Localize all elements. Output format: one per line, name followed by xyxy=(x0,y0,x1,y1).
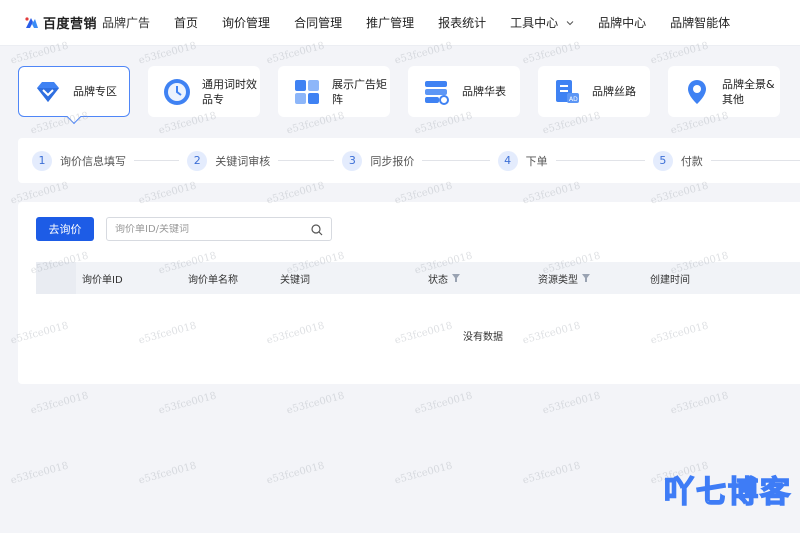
step-item: 5 付款 xyxy=(652,150,800,171)
ad-document-icon: AD xyxy=(556,79,579,103)
nav-item-tools-label: 工具中心 xyxy=(510,16,559,30)
card-brand-huabiao[interactable]: 品牌华表 xyxy=(408,66,520,117)
card-label: 通用词时效品专 xyxy=(202,77,257,106)
card-label: 品牌丝路 xyxy=(592,85,636,98)
card-brand-silk-road[interactable]: AD 品牌丝路 xyxy=(538,66,650,117)
filter-icon[interactable] xyxy=(452,274,460,282)
step-number: 3 xyxy=(342,150,363,171)
step-connector xyxy=(134,160,180,161)
step-item: 1 询价信息填写 xyxy=(32,150,187,171)
step-connector xyxy=(422,160,490,161)
progress-steps: 1 询价信息填写 2 关键词审核 3 同步报价 4 下单 5 付款 xyxy=(18,138,800,183)
nav-item-inquiry[interactable]: 询价管理 xyxy=(222,14,270,31)
table-header: 询价单ID 询价单名称 关键词 状态 资源类型 创建时间 xyxy=(36,262,800,294)
go-inquiry-button[interactable]: 去询价 xyxy=(36,217,94,241)
logo[interactable]: 百度营销 品牌广告 xyxy=(24,13,150,32)
search-box xyxy=(106,217,332,241)
location-pin-icon xyxy=(688,79,706,104)
empty-state-text: 没有数据 xyxy=(463,332,503,343)
search-input[interactable] xyxy=(107,223,297,235)
column-header-label: 资源类型 xyxy=(538,274,578,286)
watermark-text: e53fce0018 xyxy=(265,460,326,487)
column-header-label: 状态 xyxy=(428,274,448,286)
column-header-inquiry-name: 询价单名称 xyxy=(188,274,238,286)
search-icon[interactable] xyxy=(311,224,323,236)
step-connector xyxy=(710,160,800,161)
diamond-icon xyxy=(37,81,59,102)
nav-item-promotion[interactable]: 推广管理 xyxy=(366,14,414,31)
watermark-text: e53fce0018 xyxy=(137,460,198,487)
clock-icon xyxy=(164,78,190,105)
step-label: 询价信息填写 xyxy=(60,154,126,168)
column-header-created-time: 创建时间 xyxy=(650,274,690,286)
watermark-text: e53fce0018 xyxy=(541,390,602,417)
nav-item-brand-center[interactable]: 品牌中心 xyxy=(598,14,646,31)
grid-icon xyxy=(295,79,319,104)
card-generic-keyword[interactable]: 通用词时效品专 xyxy=(148,66,260,117)
step-connector xyxy=(278,160,335,161)
nav-item-reports[interactable]: 报表统计 xyxy=(438,14,486,31)
baidu-logo-icon xyxy=(24,15,40,31)
step-label: 关键词审核 xyxy=(215,154,271,168)
column-header-inquiry-id: 询价单ID xyxy=(82,274,123,286)
inquiry-panel: 去询价 询价单ID 询价单名称 关键词 状态 资源类型 创建时间 没有数据 xyxy=(18,202,800,384)
product-cards: 品牌专区 通用词时效品专 展示广告矩阵 品牌华表 AD 品牌丝路 品牌全景&其他 xyxy=(18,66,798,117)
nav-item-contract[interactable]: 合同管理 xyxy=(294,14,342,31)
top-nav: 百度营销 品牌广告 首页 询价管理 合同管理 推广管理 报表统计 工具中心 品牌… xyxy=(0,0,800,46)
step-number: 5 xyxy=(652,150,673,171)
watermark-text: e53fce0018 xyxy=(393,460,454,487)
watermark-text: e53fce0018 xyxy=(521,460,582,487)
step-connector xyxy=(555,160,645,161)
watermark-text: e53fce0018 xyxy=(413,390,474,417)
card-label: 展示广告矩阵 xyxy=(332,77,387,106)
step-label: 同步报价 xyxy=(370,154,415,168)
column-header-keyword: 关键词 xyxy=(280,274,310,286)
watermark-text: e53fce0018 xyxy=(669,390,730,417)
card-brand-panorama[interactable]: 品牌全景&其他 xyxy=(668,66,780,117)
step-item: 3 同步报价 xyxy=(342,150,497,171)
watermark-text: e53fce0018 xyxy=(285,390,346,417)
card-label: 品牌全景&其他 xyxy=(722,77,775,106)
svg-text:AD: AD xyxy=(569,96,578,103)
table-header-select-column xyxy=(36,262,76,294)
watermark-text: e53fce0018 xyxy=(29,390,90,417)
card-label: 品牌华表 xyxy=(462,85,506,98)
card-brand-zone[interactable]: 品牌专区 xyxy=(18,66,130,117)
watermark-text: e53fce0018 xyxy=(157,390,218,417)
logo-text: 百度营销 xyxy=(43,17,98,32)
step-number: 4 xyxy=(497,150,518,171)
step-item: 2 关键词审核 xyxy=(187,150,342,171)
step-label: 付款 xyxy=(680,154,703,168)
step-label: 下单 xyxy=(525,154,548,168)
card-label: 品牌专区 xyxy=(73,85,117,98)
corner-brand-watermark: 吖七博客 xyxy=(663,474,792,511)
nav-item-brand-agent[interactable]: 品牌智能体 xyxy=(670,14,730,31)
step-number: 2 xyxy=(187,150,208,171)
nav-menu: 首页 询价管理 合同管理 推广管理 报表统计 工具中心 品牌中心 品牌智能体 xyxy=(162,14,742,31)
card-display-matrix[interactable]: 展示广告矩阵 xyxy=(278,66,390,117)
step-item: 4 下单 xyxy=(497,150,653,171)
watermark-text: e53fce0018 xyxy=(9,460,70,487)
column-header-resource-type: 资源类型 xyxy=(538,271,590,286)
step-number: 1 xyxy=(32,150,52,171)
nav-item-home[interactable]: 首页 xyxy=(174,14,198,31)
logo-subtitle: 品牌广告 xyxy=(102,16,151,30)
chevron-down-icon xyxy=(566,20,574,25)
filter-icon[interactable] xyxy=(582,274,590,282)
column-header-status: 状态 xyxy=(428,271,460,286)
layers-search-icon xyxy=(425,80,449,105)
nav-item-tools[interactable]: 工具中心 xyxy=(510,14,574,31)
